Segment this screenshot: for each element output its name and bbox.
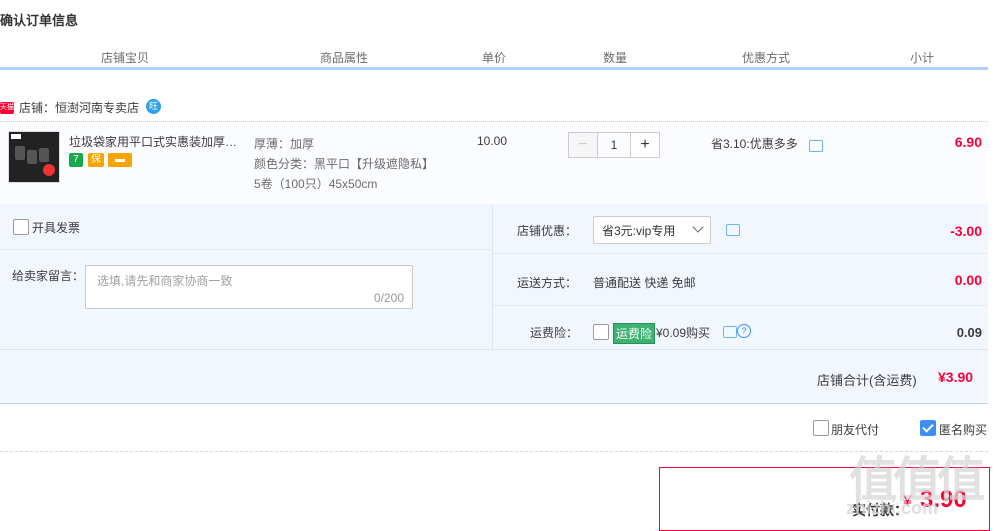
shipping-label: 运送方式： <box>517 276 578 290</box>
friend-pay-checkbox[interactable] <box>813 420 829 436</box>
header-quantity: 数量 <box>602 51 627 65</box>
shop-name[interactable]: 店铺：恒澍河南专卖店 <box>19 99 139 116</box>
shop-discount-label: 店铺优惠： <box>517 224 578 238</box>
shipping-amount: 0.00 <box>954 272 982 288</box>
decrease-button[interactable]: − <box>568 132 598 158</box>
seven-day-return-icon[interactable]: 7 <box>69 153 83 167</box>
message-textarea[interactable]: 选填,请先和商家协商一致 0/200 <box>85 265 413 309</box>
header-attributes: 商品属性 <box>319 51 368 65</box>
unit-price: 10.00 <box>477 134 508 148</box>
guarantee-icon[interactable]: 保 <box>88 153 104 167</box>
panel-separator <box>493 253 988 254</box>
page-title: 确认订单信息 <box>0 13 79 28</box>
friend-pay-label: 朋友代付 <box>831 423 880 437</box>
anonymous-label: 匿名购买 <box>939 423 988 437</box>
panel-separator <box>0 249 492 250</box>
bag-roll-shape <box>39 148 49 162</box>
header-unit-price: 单价 <box>481 51 506 65</box>
credit-card-icon[interactable]: ▬ <box>108 153 132 167</box>
insurance-price: ¥0.09购买 <box>656 326 711 340</box>
thumb-tag <box>11 134 21 139</box>
insurance-label: 运费险： <box>530 326 579 340</box>
increase-button[interactable]: + <box>630 132 660 158</box>
anonymous-checkbox[interactable] <box>920 420 936 436</box>
panel-separator <box>493 305 988 306</box>
dashed-divider <box>0 451 988 452</box>
message-counter: 0/200 <box>373 291 404 305</box>
bag-roll-shape <box>27 150 37 164</box>
thumb-sticker <box>43 164 55 176</box>
attr-spec: 5卷（100只）45x50cm <box>254 177 378 191</box>
comment-icon[interactable] <box>726 224 740 236</box>
shop-discount-amount: -3.00 <box>950 223 982 239</box>
shop-total-label: 店铺合计(含运费) <box>817 373 917 388</box>
comment-icon[interactable] <box>809 140 823 152</box>
header-shop-item: 店铺宝贝 <box>100 51 149 65</box>
chevron-down-icon <box>692 221 704 233</box>
header-divider <box>0 67 988 70</box>
insurance-amount: 0.09 <box>956 325 982 340</box>
bag-roll-shape <box>15 146 25 160</box>
quantity-stepper: − 1 + <box>568 132 660 158</box>
shipping-method: 普通配送 快递 免邮 <box>593 276 696 290</box>
insurance-tag: 运费险 <box>613 323 656 344</box>
promotion-text: 省3.10:优惠多多 <box>711 137 798 151</box>
shop-total-amount: ¥3.90 <box>938 369 974 385</box>
invoice-checkbox[interactable] <box>13 219 29 235</box>
message-label: 给卖家留言： <box>12 269 85 283</box>
message-placeholder: 选填,请先和商家协商一致 <box>97 274 233 288</box>
quantity-input[interactable]: 1 <box>598 132 630 158</box>
comment-icon[interactable] <box>723 326 737 338</box>
product-thumbnail[interactable] <box>8 131 60 183</box>
item-subtotal: 6.90 <box>954 134 982 150</box>
product-name[interactable]: 垃圾袋家用平口式实惠装加厚黑色塑料袋 <box>69 133 249 150</box>
help-icon[interactable]: ? <box>737 324 751 338</box>
watermark-url: zhizhi.com <box>846 498 939 518</box>
attr-color: 颜色分类：黑平口【升级遮隐私】 <box>254 157 435 171</box>
wangwang-icon[interactable]: 旺 <box>146 99 161 114</box>
shop-discount-select[interactable]: 省3元:vip专用 <box>593 216 711 244</box>
shop-discount-selected: 省3元:vip专用 <box>602 224 676 238</box>
insurance-checkbox[interactable] <box>593 324 609 340</box>
section-divider <box>0 403 988 404</box>
tmall-badge: 天猫 <box>0 102 14 114</box>
header-promotion: 优惠方式 <box>741 51 790 65</box>
panel-divider <box>492 204 493 349</box>
header-subtotal: 小计 <box>909 51 934 65</box>
attr-thickness: 厚薄：加厚 <box>254 137 315 151</box>
invoice-label: 开具发票 <box>32 221 81 235</box>
